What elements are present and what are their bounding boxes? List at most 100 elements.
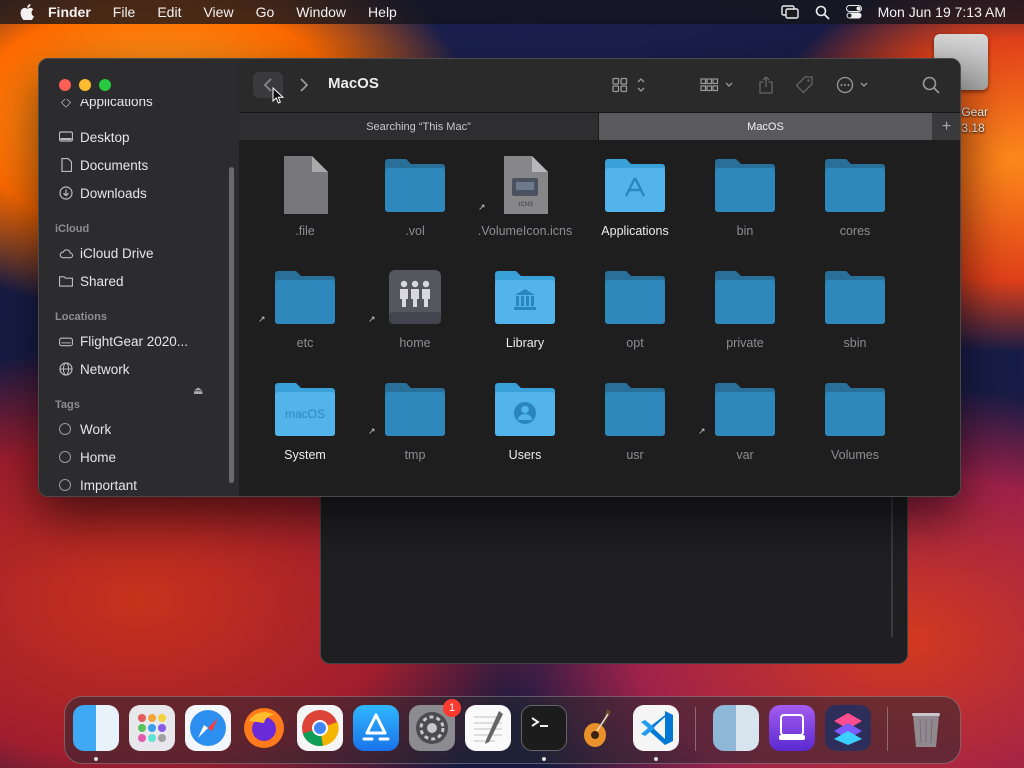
sidebar-item-desktop[interactable]: Desktop [59,126,130,148]
file-item-var[interactable]: ↗ var [690,364,800,464]
sidebar-item-shared[interactable]: Shared [59,270,124,292]
menu-go[interactable]: Go [256,4,275,20]
sidebar-tag-important[interactable]: Important [59,474,137,496]
share-button[interactable] [755,72,777,98]
sidebar-section-tags: Tags [55,399,80,411]
background-window[interactable] [320,490,908,664]
dock-safari-icon[interactable] [185,705,231,751]
mouse-cursor [272,86,285,109]
alias-arrow-icon: ↗ [368,426,376,436]
file-item-volumeicon[interactable]: ICNS ↗ .VolumeIcon.icns [470,140,580,240]
menu-file[interactable]: File [113,4,136,20]
sidebar-item-documents[interactable]: Documents [59,154,148,176]
dock-chrome-icon[interactable] [297,705,343,751]
folder-icon [825,159,885,212]
dock-trash-icon[interactable] [903,705,949,751]
generic-document-icon [284,156,328,214]
file-item-etc[interactable]: ↗ etc [250,252,360,352]
sidebar-item-label: FlightGear 2020... [80,333,189,349]
file-item-applications[interactable]: Applications [580,140,690,240]
sidebar-item-applications-partial[interactable]: ◇ Applications [59,99,153,109]
menu-window[interactable]: Window [296,4,346,20]
close-button[interactable] [59,79,71,91]
apple-menu-icon[interactable] [20,4,34,20]
dock-vscode-icon[interactable] [633,705,679,751]
tab-searching[interactable]: Searching “This Mac” [239,113,599,140]
eject-icon[interactable]: ⏏ [193,384,203,397]
zoom-button[interactable] [99,79,111,91]
sidebar-item-label: Work [80,421,112,437]
minimize-button[interactable] [79,79,91,91]
folder-icon [715,159,775,212]
file-item-sbin[interactable]: sbin [800,252,910,352]
sidebar-scrollbar[interactable] [229,167,234,483]
sidebar-item-downloads[interactable]: Downloads [59,182,147,204]
file-item-cores[interactable]: cores [800,140,910,240]
dock-launchpad-icon[interactable] [129,705,175,751]
file-item-private[interactable]: private [690,252,800,352]
search-button[interactable] [919,72,943,98]
control-center-icon[interactable] [845,5,862,19]
file-item-tmp[interactable]: ↗ tmp [360,364,470,464]
file-item-bin[interactable]: bin [690,140,800,240]
dock-shortcuts-icon[interactable] [825,705,871,751]
screen-mirroring-icon[interactable] [780,5,799,19]
file-item-system[interactable]: macOS System [250,364,360,464]
more-actions-button[interactable] [835,72,873,98]
view-mode-button[interactable] [611,72,649,98]
dock-textedit-icon[interactable] [465,705,511,751]
sidebar-item-flightgear[interactable]: FlightGear 2020... [59,330,188,352]
folder-icon [825,383,885,436]
menu-edit[interactable]: Edit [157,4,181,20]
dock-apple-configurator-icon[interactable] [769,705,815,751]
shared-folder-icon [59,274,73,288]
file-item-volumes[interactable]: Volumes [800,364,910,464]
sidebar-item-icloud-drive[interactable]: iCloud Drive [59,242,154,264]
dock-finder-icon[interactable] [73,705,119,751]
file-item-label: var [736,448,754,462]
svg-text:ICNS: ICNS [519,202,533,208]
running-indicator [542,757,546,761]
file-item-opt[interactable]: opt [580,252,690,352]
group-button[interactable] [699,72,737,98]
menu-help[interactable]: Help [368,4,397,20]
folder-icon [715,271,775,324]
icns-file-icon: ICNS [504,156,548,214]
menu-app-name[interactable]: Finder [48,4,91,20]
menu-view[interactable]: View [203,4,233,20]
forward-button[interactable] [293,72,315,98]
dock-terminal-icon[interactable] [521,705,567,751]
sidebar: ◇ Applications Desktop Documents Downloa… [39,59,240,496]
file-item-label: .file [295,224,315,238]
dock-app-store-icon[interactable] [353,705,399,751]
file-item-label: sbin [843,336,867,350]
dock-finder-window-icon[interactable] [713,705,759,751]
file-item-vol[interactable]: .vol [360,140,470,240]
file-item-users[interactable]: Users [470,364,580,464]
sidebar-item-label: Desktop [80,129,130,145]
sidebar-tag-home[interactable]: Home [59,446,116,468]
spotlight-search-icon[interactable] [815,5,830,20]
dock-garageband-icon[interactable] [577,705,623,751]
system-folder-icon: macOS [275,383,335,436]
tag-dot-icon [59,451,71,463]
background-window-scrollbar[interactable] [891,491,893,637]
tag-button[interactable] [793,72,817,98]
dock-system-settings-icon[interactable]: 1 [409,699,461,751]
folder-icon [825,271,885,324]
tab-macos[interactable]: MacOS [599,113,932,140]
sidebar-item-network[interactable]: Network [59,358,130,380]
new-tab-button[interactable]: + [933,113,960,140]
file-item-file[interactable]: .file [250,140,360,240]
group-grid-icon [700,78,733,92]
folder-icon [715,383,775,436]
file-item-label: bin [736,224,754,238]
dock-separator [695,707,696,751]
sidebar-tag-work[interactable]: Work [59,418,111,440]
folder-icon [385,383,445,436]
dock-firefox-icon[interactable] [241,705,287,751]
menu-clock[interactable]: Mon Jun 19 7:13 AM [878,4,1006,20]
file-item-usr[interactable]: usr [580,364,690,464]
file-item-home[interactable]: ↗ home [360,252,470,352]
file-item-library[interactable]: Library [470,252,580,352]
